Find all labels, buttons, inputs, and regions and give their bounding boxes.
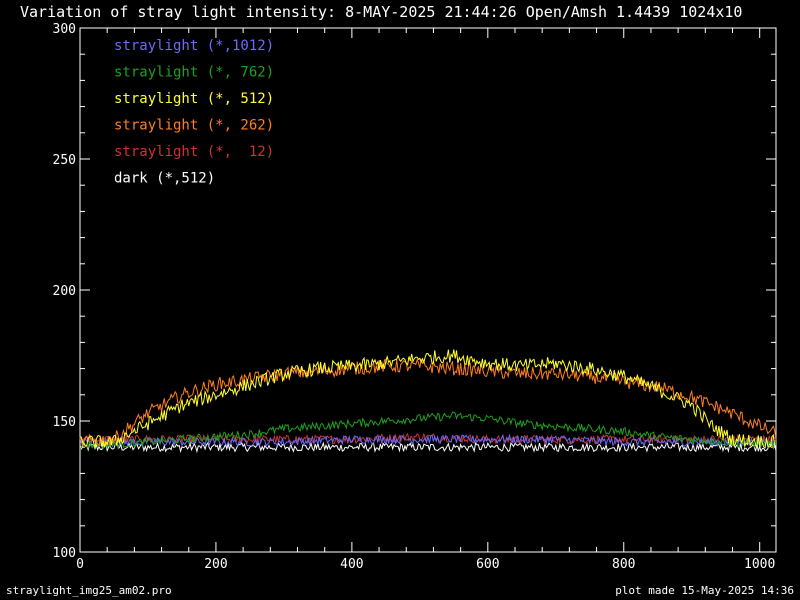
- x-tick-label: 0: [76, 557, 84, 572]
- footer-source-file: straylight_img25_am02.pro: [6, 584, 172, 597]
- series-line-2: [79, 349, 777, 449]
- y-tick-label: 300: [53, 22, 76, 37]
- x-tick-label: 600: [476, 557, 499, 572]
- series-layer: [79, 349, 777, 454]
- legend-entry: straylight (*, 762): [114, 65, 274, 81]
- series-line-3: [79, 357, 777, 448]
- x-tick-label: 800: [612, 557, 635, 572]
- y-tick-label: 100: [53, 546, 76, 561]
- legend-entry: straylight (*,1012): [114, 38, 274, 54]
- y-tick-label: 200: [53, 284, 76, 299]
- chart-title: Variation of stray light intensity: 8-MA…: [20, 3, 742, 21]
- footer-plot-date: plot made 15-May-2025 14:36: [615, 584, 794, 597]
- x-tick-label: 200: [204, 557, 227, 572]
- x-tick-label: 1000: [744, 557, 775, 572]
- legend-entry: dark (*,512): [114, 171, 215, 187]
- legend-entry: straylight (*, 262): [114, 118, 274, 134]
- y-tick-label: 150: [53, 415, 76, 430]
- legend: straylight (*,1012) straylight (*, 762) st…: [114, 38, 274, 187]
- legend-entry: straylight (*, 512): [114, 91, 274, 107]
- y-tick-label: 250: [53, 153, 76, 168]
- x-tick-label: 400: [340, 557, 363, 572]
- legend-entry: straylight (*, 12): [114, 144, 274, 160]
- stray-light-chart: Variation of stray light intensity: 8-MA…: [20, 3, 777, 572]
